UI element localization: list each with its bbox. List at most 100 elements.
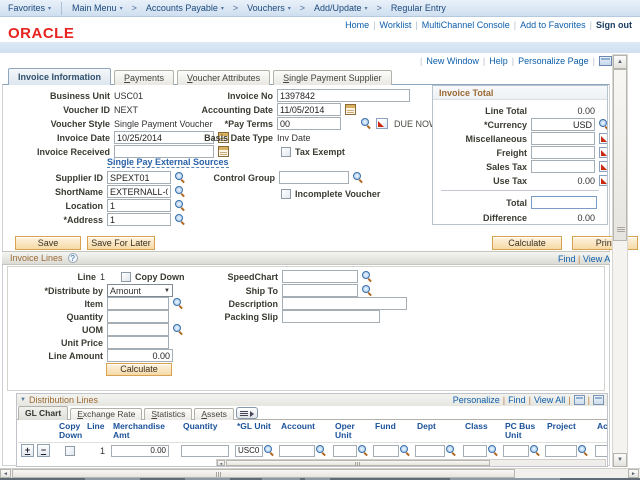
address-field[interactable] <box>107 213 171 226</box>
delete-row-button[interactable]: − <box>37 444 50 457</box>
tab-gl-chart[interactable]: GL Chart <box>18 406 68 420</box>
tab-exchange-rate[interactable]: Exchange Rate <box>70 408 142 420</box>
main-menu[interactable]: Main Menu ▾ <box>64 3 131 13</box>
miscellaneous-detail-icon[interactable] <box>599 133 608 144</box>
description-field[interactable] <box>282 297 407 310</box>
currency-field[interactable] <box>531 118 595 131</box>
account-lookup-icon[interactable] <box>316 445 327 456</box>
control-group-lookup-icon[interactable] <box>353 172 364 183</box>
fund-lookup-icon[interactable] <box>400 445 411 456</box>
column-header[interactable]: Oper Unit <box>332 420 372 442</box>
tab-assets[interactable]: Assets <box>194 408 234 420</box>
column-header[interactable]: Fund <box>372 420 414 442</box>
personalize-link[interactable]: Personalize <box>453 395 500 405</box>
column-header[interactable]: Line <box>84 420 110 442</box>
dept-field[interactable] <box>415 445 445 457</box>
incomplete-voucher-checkbox[interactable] <box>281 189 291 199</box>
ship-to-field[interactable] <box>282 284 358 297</box>
ship-to-lookup-icon[interactable] <box>362 285 373 296</box>
view-all-link[interactable]: View All <box>534 395 565 405</box>
find-link[interactable]: Find <box>508 395 526 405</box>
save-button[interactable]: Save <box>15 236 81 250</box>
gl-unit-field[interactable] <box>235 445 263 457</box>
personalize-layout-icon[interactable] <box>599 56 612 66</box>
activity-field[interactable] <box>595 445 607 457</box>
home-link[interactable]: Home <box>345 20 369 30</box>
personalize-page-link[interactable]: Personalize Page <box>518 56 589 66</box>
multichannel-console-link[interactable]: MultiChannel Console <box>422 20 510 30</box>
control-group-field[interactable] <box>279 171 349 184</box>
help-link[interactable]: Help <box>489 56 508 66</box>
row-quantity-field[interactable] <box>181 445 229 457</box>
accounting-date-field[interactable] <box>277 103 341 116</box>
uom-field[interactable] <box>107 323 169 336</box>
scroll-right-arrow[interactable]: ► <box>628 469 639 478</box>
scroll-up-arrow[interactable]: ▲ <box>613 55 627 69</box>
column-header[interactable]: Class <box>462 420 502 442</box>
pc-bus-unit-lookup-icon[interactable] <box>530 445 541 456</box>
column-header[interactable]: PC Bus Unit <box>502 420 544 442</box>
column-header[interactable]: Project <box>544 420 594 442</box>
speedchart-lookup-icon[interactable] <box>362 271 373 282</box>
tab-single-payment-supplier[interactable]: Single Payment Supplier <box>273 70 392 85</box>
line-amount-field[interactable] <box>107 349 173 362</box>
column-header[interactable]: Copy Down <box>56 420 84 442</box>
tab-invoice-information[interactable]: Invoice Information <box>8 68 111 85</box>
column-header[interactable]: Activity <box>594 420 607 442</box>
packing-slip-field[interactable] <box>282 310 380 323</box>
view-all-link[interactable]: View All <box>583 254 610 264</box>
copy-down-checkbox[interactable] <box>121 272 131 282</box>
column-header[interactable]: Dept <box>414 420 462 442</box>
add-row-button[interactable]: + <box>21 444 34 457</box>
tab-statistics[interactable]: Statistics <box>144 408 192 420</box>
merchandise-amt-field[interactable] <box>111 445 169 457</box>
currency-lookup-icon[interactable] <box>599 119 608 130</box>
scroll-left-arrow[interactable]: ◄ <box>0 469 11 478</box>
page-hscrollbar-thumb[interactable] <box>12 469 515 478</box>
tab-voucher-attributes[interactable]: Voucher Attributes <box>177 70 270 85</box>
shortname-lookup-icon[interactable] <box>175 186 186 197</box>
line-calculate-button[interactable]: Calculate <box>106 363 172 376</box>
account-field[interactable] <box>279 445 315 457</box>
pay-terms-field[interactable] <box>277 117 341 130</box>
new-window-link[interactable]: New Window <box>426 56 479 66</box>
column-header[interactable]: *GL Unit <box>234 420 278 442</box>
sales-tax-detail-icon[interactable] <box>599 161 608 172</box>
sales-tax-field[interactable] <box>531 160 595 173</box>
table-scrollbar-thumb[interactable] <box>226 460 490 466</box>
save-for-later-button[interactable]: Save For Later <box>87 236 155 250</box>
oper-unit-lookup-icon[interactable] <box>358 445 369 456</box>
use-tax-detail-icon[interactable] <box>599 175 608 186</box>
location-field[interactable] <box>107 199 171 212</box>
worklist-link[interactable]: Worklist <box>380 20 412 30</box>
column-header[interactable]: Account <box>278 420 332 442</box>
quantity-field[interactable] <box>107 310 169 323</box>
single-pay-external-sources-link[interactable]: Single Pay External Sources <box>107 157 229 168</box>
item-field[interactable] <box>107 297 169 310</box>
unit-price-field[interactable] <box>107 336 169 349</box>
gl-unit-lookup-icon[interactable] <box>264 445 275 456</box>
show-all-columns-icon[interactable] <box>236 407 258 419</box>
page-vscrollbar-thumb[interactable] <box>613 69 627 241</box>
popout-grid-icon[interactable] <box>574 395 585 405</box>
miscellaneous-field[interactable] <box>531 132 595 145</box>
calendar-icon[interactable] <box>218 146 229 157</box>
uom-lookup-icon[interactable] <box>173 324 184 335</box>
speedchart-field[interactable] <box>282 270 358 283</box>
project-field[interactable] <box>545 445 577 457</box>
column-header[interactable]: Merchandise Amt <box>110 420 180 442</box>
dept-lookup-icon[interactable] <box>446 445 457 456</box>
fund-field[interactable] <box>373 445 399 457</box>
project-lookup-icon[interactable] <box>578 445 589 456</box>
distribute-by-select[interactable]: Amount ▼ <box>107 284 173 297</box>
total-field[interactable] <box>531 196 597 209</box>
freight-detail-icon[interactable] <box>599 147 608 158</box>
sign-out-link[interactable]: Sign out <box>596 20 632 30</box>
row-copy-down-checkbox[interactable] <box>65 446 75 456</box>
pc-bus-unit-field[interactable] <box>503 445 529 457</box>
print-button[interactable]: Print <box>572 236 638 250</box>
scroll-down-arrow[interactable]: ▼ <box>613 453 627 467</box>
shortname-field[interactable] <box>107 185 171 198</box>
download-grid-icon[interactable] <box>593 395 604 405</box>
help-icon[interactable]: ? <box>68 253 78 263</box>
